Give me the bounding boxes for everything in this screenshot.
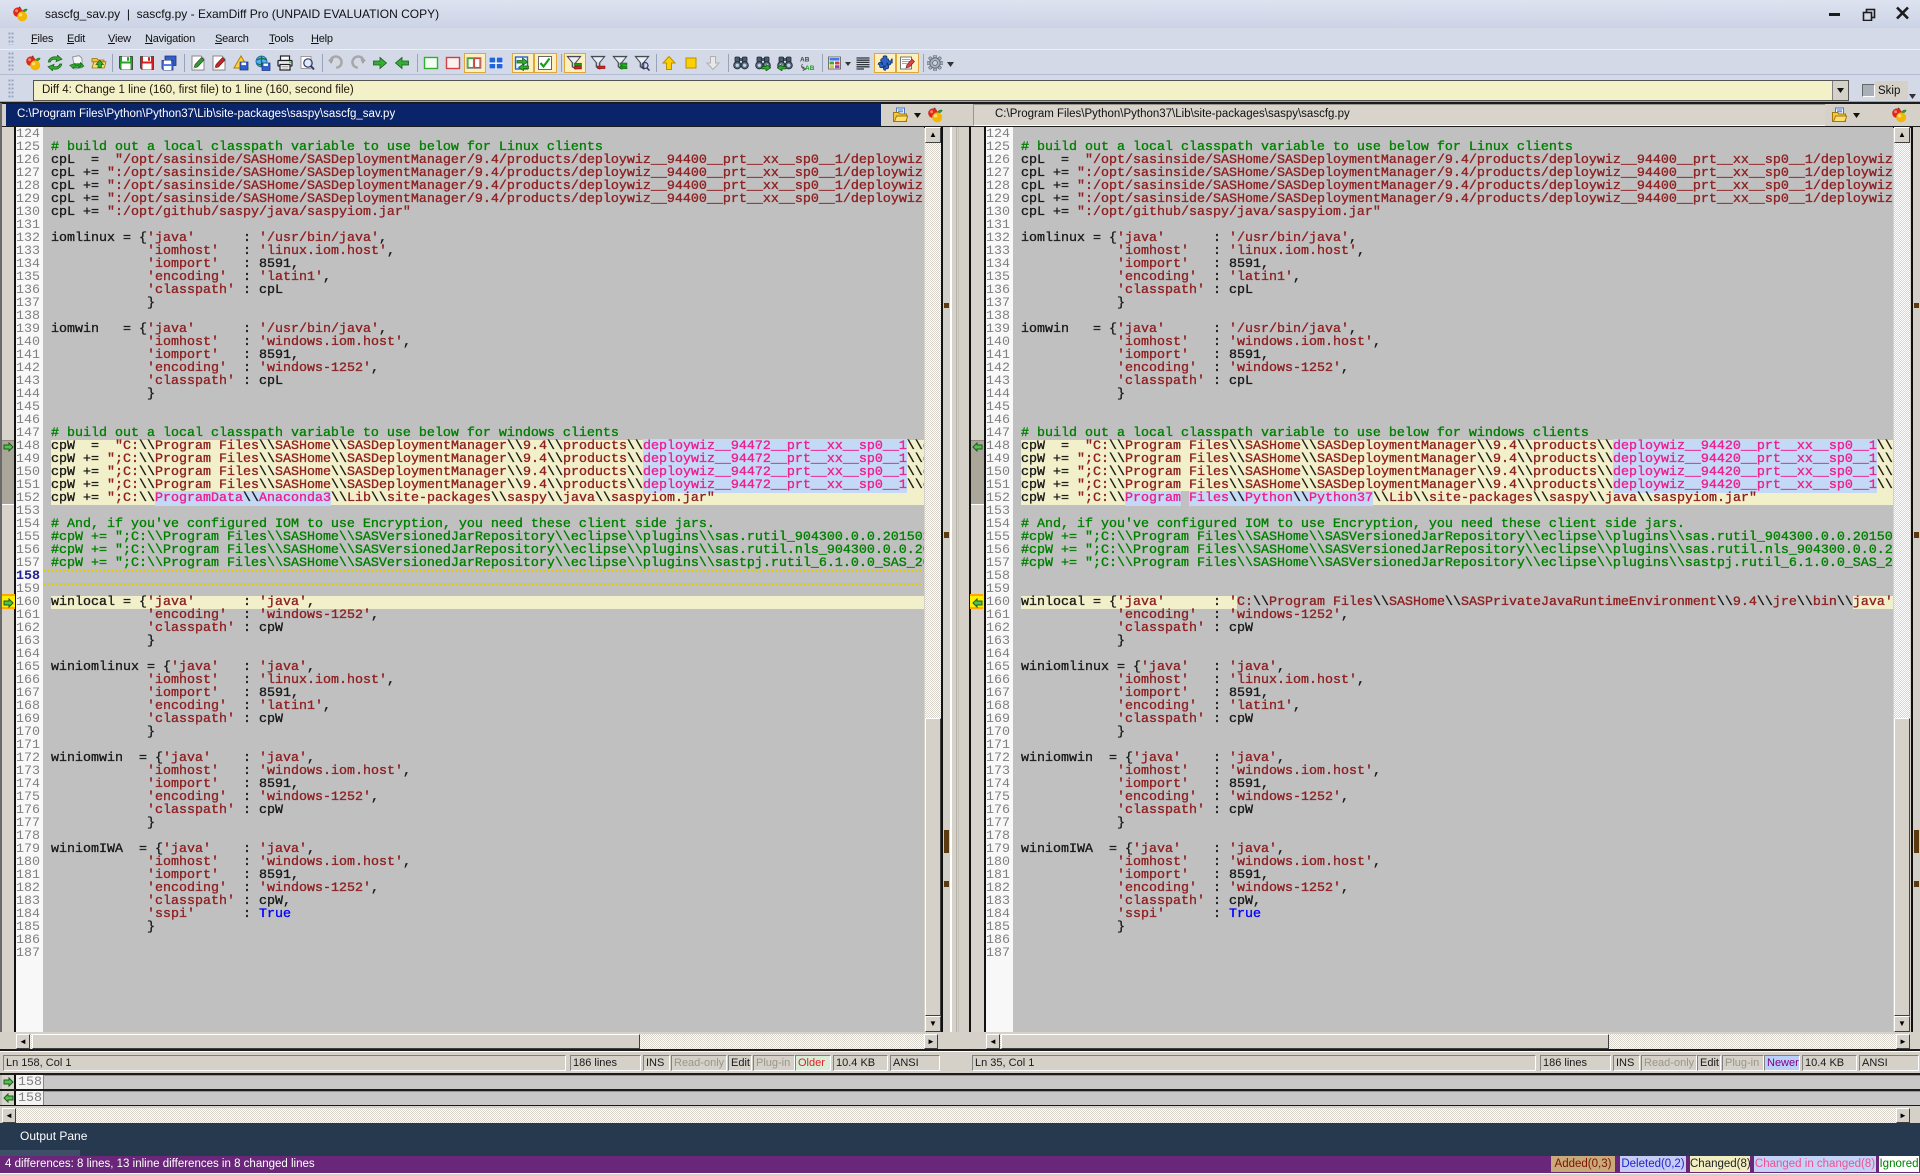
svg-text:AB: AB bbox=[805, 65, 815, 71]
svg-text:AB: AB bbox=[800, 57, 810, 64]
